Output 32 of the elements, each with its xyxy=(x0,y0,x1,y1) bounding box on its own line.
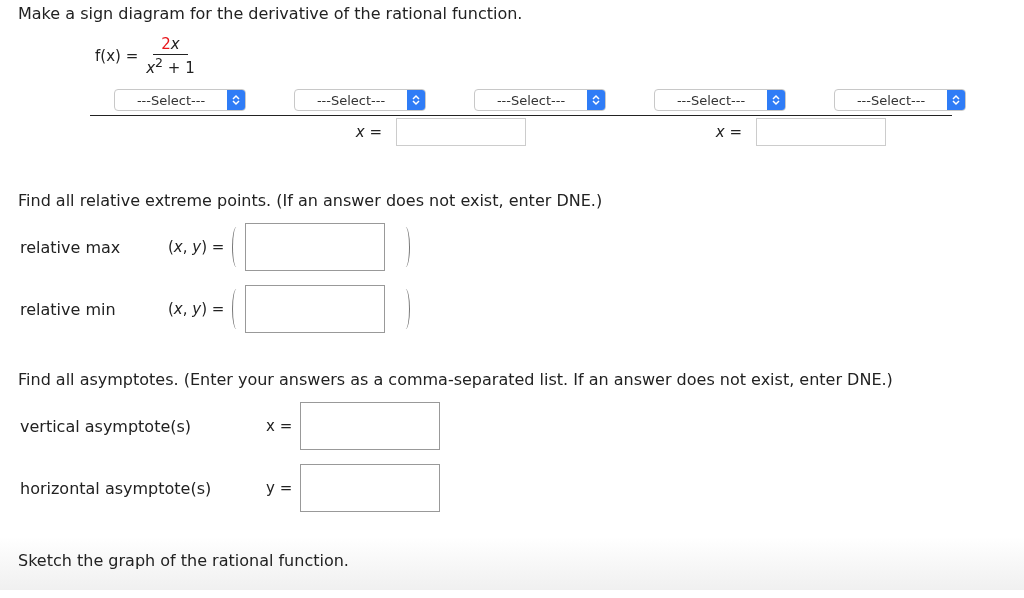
answer-box[interactable] xyxy=(756,118,886,146)
up-down-chevron-icon xyxy=(772,94,780,106)
select-dropdown[interactable]: ---Select--- xyxy=(474,89,606,111)
row-label: relative max xyxy=(20,237,122,257)
row-label: horizontal asymptote(s) xyxy=(20,478,213,498)
answer-box[interactable] xyxy=(245,223,386,271)
question-text: Find all asymptotes. (Enter your answers as a comma-separated list. If an answer does not exist, enter DNE.) xyxy=(18,370,894,389)
answer-box[interactable] xyxy=(396,118,526,146)
select-dropdown[interactable]: ---Select--- xyxy=(834,89,966,111)
up-down-chevron-icon xyxy=(412,94,420,106)
answer-box[interactable] xyxy=(245,285,386,333)
up-down-chevron-icon xyxy=(952,94,960,106)
variable-label: x = xyxy=(266,417,294,435)
row-label: vertical asymptote(s) xyxy=(20,416,193,436)
up-down-chevron-icon xyxy=(592,94,600,106)
x-label: x = xyxy=(715,123,742,141)
point-equation: (x, y) = xyxy=(168,238,225,256)
question-text: Sketch the graph of the rational function. xyxy=(18,551,350,570)
answer-box[interactable] xyxy=(300,402,440,450)
x-label: x = xyxy=(355,123,382,141)
select-dropdown[interactable]: ---Select--- xyxy=(294,89,426,111)
fraction: 2x x$^{2}$ + 1 xyxy=(146,35,195,77)
up-down-chevron-icon xyxy=(232,94,240,106)
question-text: Find all relative extreme points. (If an answer does not exist, enter DNE.) xyxy=(18,191,604,210)
select-dropdown[interactable]: ---Select--- xyxy=(114,89,246,111)
point-equation: (x, y) = xyxy=(168,300,225,318)
function-label: f(x) = xyxy=(95,47,139,65)
variable-label: y = xyxy=(266,479,294,497)
row-label: relative min xyxy=(20,299,117,319)
question-text: Make a sign diagram for the derivative of the rational function. xyxy=(18,4,524,23)
select-dropdown[interactable]: ---Select--- xyxy=(654,89,786,111)
answer-box[interactable] xyxy=(300,464,440,512)
